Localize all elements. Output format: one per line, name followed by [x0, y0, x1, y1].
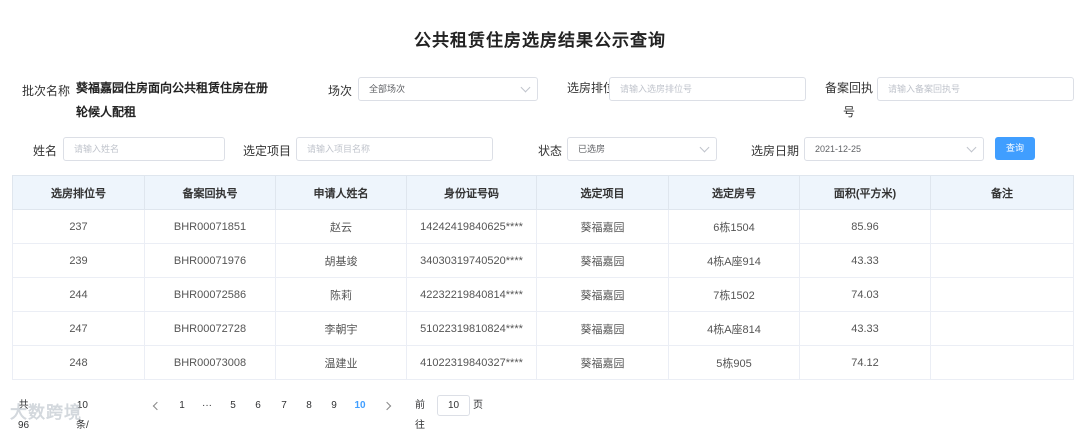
header-applicant: 申请人姓名 — [275, 175, 407, 210]
table-row: 247 BHR00072728 李朝宇 51022319810824**** 葵… — [12, 311, 1074, 346]
results-table: 选房排位号 备案回执号 申请人姓名 身份证号码 选定项目 选定房号 面积(平方米… — [12, 175, 1074, 380]
cell-area: 43.33 — [799, 243, 931, 278]
receipt-input[interactable]: 请输入备案回执号 — [877, 77, 1074, 101]
query-button[interactable]: 查询 — [995, 137, 1035, 160]
cell-id-number: 51022319810824**** — [406, 311, 537, 346]
page-ellipsis[interactable]: ··· — [200, 396, 214, 416]
status-label: 状态 — [538, 144, 563, 158]
cell-id-number: 41022319840327**** — [406, 345, 537, 380]
page-link[interactable]: 9 — [327, 396, 341, 416]
header-area: 面积(平方米) — [799, 175, 931, 210]
cell-room: 4栋A座814 — [668, 311, 800, 346]
cell-applicant: 胡基竣 — [275, 243, 407, 278]
page-link[interactable]: 1 — [175, 396, 189, 416]
table-row: 244 BHR00072586 陈莉 42232219840814**** 葵福… — [12, 277, 1074, 312]
cell-rank: 247 — [12, 311, 145, 346]
table-row: 248 BHR00073008 温建业 41022319840327**** 葵… — [12, 345, 1074, 380]
header-receipt: 备案回执号 — [144, 175, 276, 210]
cell-area: 85.96 — [799, 209, 931, 244]
cell-applicant: 李朝宇 — [275, 311, 407, 346]
status-select[interactable]: 已选房 — [567, 137, 717, 161]
date-select[interactable]: 2021-12-25 — [804, 137, 984, 161]
cell-receipt: BHR00071851 — [144, 209, 276, 244]
name-label: 姓名 — [33, 144, 58, 158]
chevron-down-icon — [520, 82, 531, 93]
date-label: 选房日期 — [751, 144, 800, 158]
cell-project: 葵福嘉园 — [536, 345, 669, 380]
cell-room: 5栋905 — [668, 345, 800, 380]
batch-label: 批次名称 — [22, 84, 71, 98]
date-select-value: 2021-12-25 — [815, 144, 862, 154]
cell-applicant: 温建业 — [275, 345, 407, 380]
page-link[interactable]: 8 — [302, 396, 316, 416]
page-unit-label: 页 — [473, 400, 483, 411]
watermark-logo: 大数跨境 — [10, 403, 82, 422]
table-row: 239 BHR00071976 胡基竣 34030319740520**** 葵… — [12, 243, 1074, 278]
cell-receipt: BHR00073008 — [144, 345, 276, 380]
session-select[interactable]: 全部场次 — [358, 77, 538, 101]
cell-room: 4栋A座914 — [668, 243, 800, 278]
cell-remark — [930, 277, 1074, 312]
header-remark: 备注 — [930, 175, 1074, 210]
chevron-down-icon — [966, 142, 977, 153]
cell-project: 葵福嘉园 — [536, 311, 669, 346]
cell-remark — [930, 311, 1074, 346]
page-link[interactable]: 6 — [251, 396, 265, 416]
table-header-row: 选房排位号 备案回执号 申请人姓名 身份证号码 选定项目 选定房号 面积(平方米… — [12, 175, 1074, 210]
next-page-icon[interactable] — [382, 401, 392, 411]
name-input[interactable]: 请输入姓名 — [63, 137, 225, 161]
project-label: 选定项目 — [243, 144, 292, 158]
cell-applicant: 赵云 — [275, 209, 407, 244]
cell-remark — [930, 345, 1074, 380]
cell-room: 7栋1502 — [668, 277, 800, 312]
header-id-number: 身份证号码 — [406, 175, 537, 210]
project-input[interactable]: 请输入项目名称 — [296, 137, 493, 161]
batch-value: 葵福嘉园住房面向公共租赁住房在册轮候人配租 — [76, 81, 269, 119]
cell-applicant: 陈莉 — [275, 277, 407, 312]
cell-id-number: 34030319740520**** — [406, 243, 537, 278]
page-link[interactable]: 5 — [226, 396, 240, 416]
prev-page-icon[interactable] — [152, 401, 162, 411]
rank-input[interactable]: 请输入选房排位号 — [609, 77, 806, 101]
session-label: 场次 — [328, 84, 353, 98]
chevron-down-icon — [699, 142, 710, 153]
cell-rank: 248 — [12, 345, 145, 380]
session-select-value: 全部场次 — [369, 84, 406, 94]
cell-area: 43.33 — [799, 311, 931, 346]
cell-rank: 239 — [12, 243, 145, 278]
page-title: 公共租赁住房选房结果公示查询 — [414, 31, 666, 50]
cell-area: 74.12 — [799, 345, 931, 380]
cell-area: 74.03 — [799, 277, 931, 312]
status-select-value: 已选房 — [578, 144, 606, 154]
cell-receipt: BHR00072586 — [144, 277, 276, 312]
goto-page-input[interactable]: 10 — [437, 395, 470, 416]
receipt-label: 备案回执号 — [824, 81, 873, 119]
cell-receipt: BHR00071976 — [144, 243, 276, 278]
cell-rank: 237 — [12, 209, 145, 244]
cell-id-number: 14242419840625**** — [406, 209, 537, 244]
page-link[interactable]: 7 — [277, 396, 291, 416]
header-room: 选定房号 — [668, 175, 800, 210]
cell-remark — [930, 209, 1074, 244]
cell-rank: 244 — [12, 277, 145, 312]
cell-receipt: BHR00072728 — [144, 311, 276, 346]
header-project: 选定项目 — [536, 175, 669, 210]
cell-project: 葵福嘉园 — [536, 209, 669, 244]
cell-remark — [930, 243, 1074, 278]
cell-room: 6栋1504 — [668, 209, 800, 244]
cell-id-number: 42232219840814**** — [406, 277, 537, 312]
header-rank: 选房排位号 — [12, 175, 145, 210]
cell-project: 葵福嘉园 — [536, 277, 669, 312]
page-link-current[interactable]: 10 — [350, 396, 370, 416]
goto-label: 前往 — [415, 400, 425, 431]
cell-project: 葵福嘉园 — [536, 243, 669, 278]
table-row: 237 BHR00071851 赵云 14242419840625**** 葵福… — [12, 209, 1074, 244]
